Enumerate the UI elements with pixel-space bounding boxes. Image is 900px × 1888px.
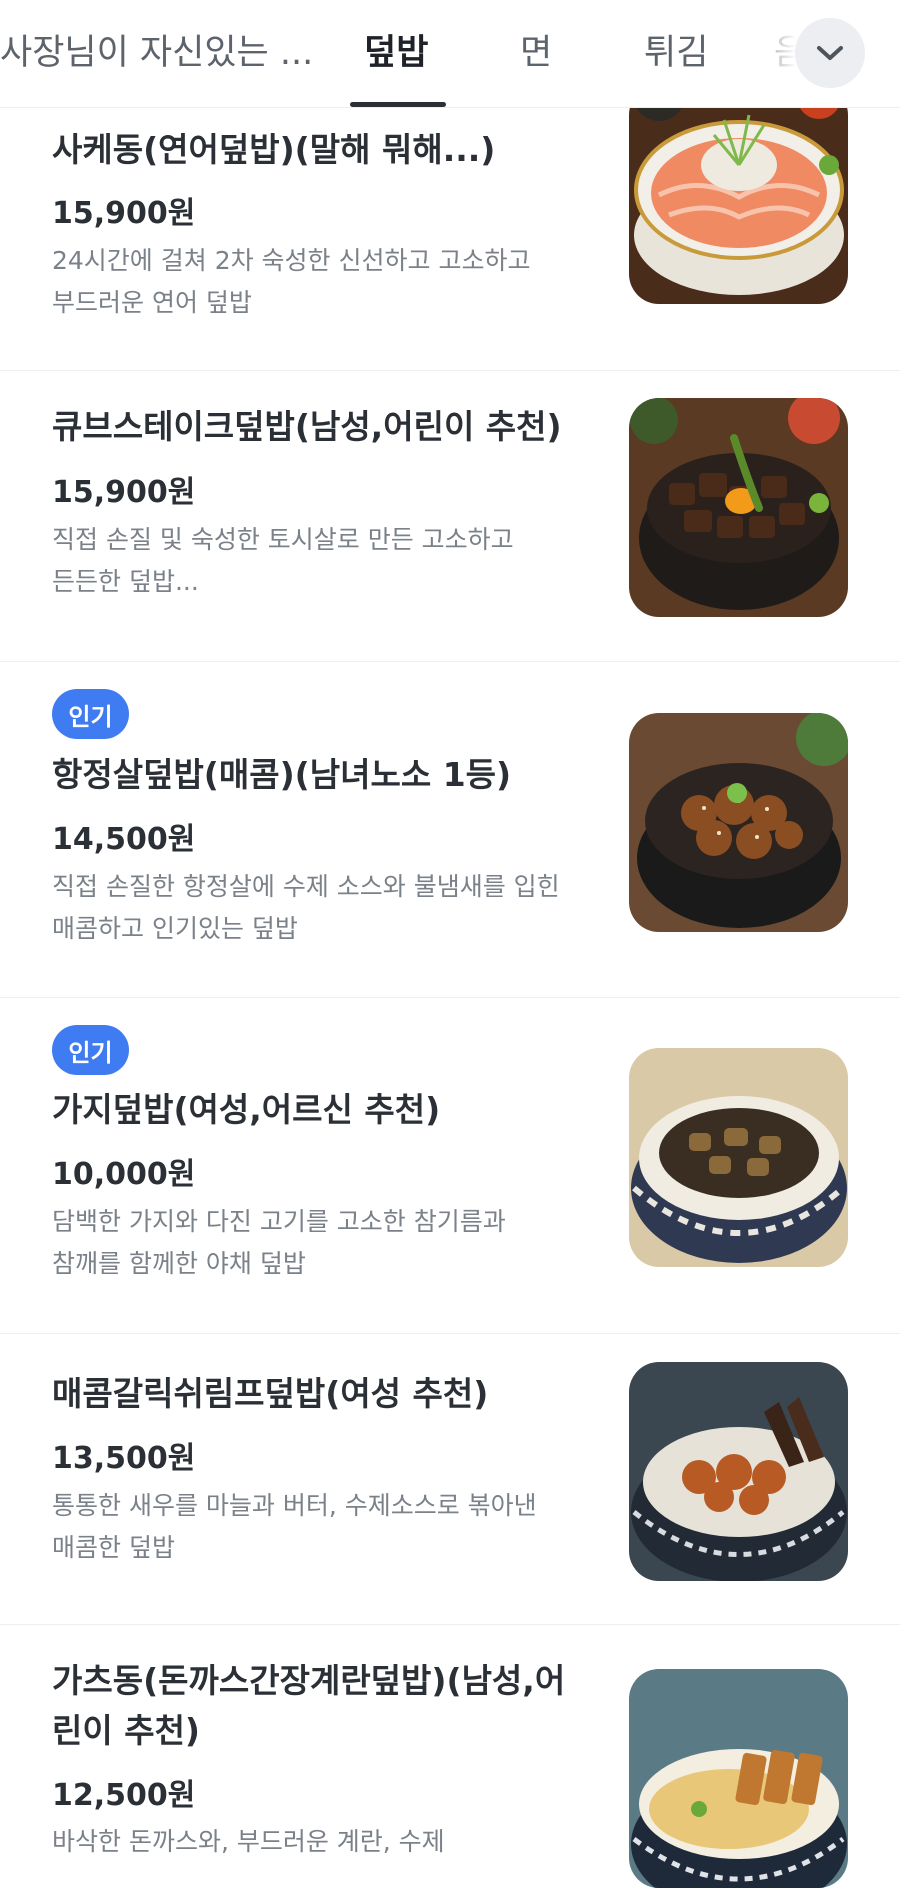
cube-steak-rice-bowl-photo[interactable] [629,398,848,617]
menu-item[interactable]: 큐브스테이크덮밥(남성,어린이 추천) 15,900원 직접 손질 및 숙성한 … [0,370,900,662]
eggplant-rice-bowl-photo[interactable] [629,1048,848,1267]
menu-item-name: 사케동(연어덮밥)(말해 뭐해...) [52,130,496,169]
chevron-down-icon [817,46,843,60]
active-tab-indicator [350,102,446,107]
garlic-shrimp-rice-bowl-photo[interactable] [629,1362,848,1581]
menu-item-name: 큐브스테이크덮밥(남성,어린이 추천) [52,407,562,446]
menu-item-description: 바삭한 돈까스와, 부드러운 계란, 수제 [52,1827,445,1856]
menu-item[interactable]: 매콤갈릭쉬림프덮밥(여성 추천) 13,500원 통통한 새우를 마늘과 버터,… [0,1333,900,1625]
tab-fried[interactable]: 튀김 [644,24,708,75]
menu-item-price: 15,900원 [52,196,196,231]
katsudon-rice-bowl-photo[interactable] [629,1669,848,1888]
menu-item-price: 13,500원 [52,1441,196,1476]
popular-badge: 인기 [52,1025,129,1075]
menu-item[interactable]: 가츠동(돈까스간장계란덮밥)(남성,어 린이 추천) 12,500원 바삭한 돈… [0,1624,900,1888]
menu-item-name: 가츠동(돈까스간장계란덮밥)(남성,어 린이 추천) [52,1661,566,1750]
menu-item-description: 직접 손질 및 숙성한 토시살로 만든 고소하고 든든한 덮밥... [52,525,514,596]
menu-item-price: 14,500원 [52,822,196,857]
menu-item-description: 통통한 새우를 마늘과 버터, 수제소스로 볶아낸 매콤한 덮밥 [52,1491,537,1562]
popular-badge: 인기 [52,689,129,739]
menu-item-name: 항정살덮밥(매콤)(남녀노소 1등) [52,755,512,794]
tab-noodles[interactable]: 면 [520,24,552,75]
menu-item-price: 12,500원 [52,1778,196,1813]
menu-item-price: 15,900원 [52,475,196,510]
pork-jowl-rice-bowl-photo[interactable] [629,713,848,932]
menu-item-name: 매콤갈릭쉬림프덮밥(여성 추천) [52,1374,489,1413]
menu-item[interactable]: 인기 가지덮밥(여성,어르신 추천) 10,000원 담백한 가지와 다진 고기… [0,997,900,1334]
menu-item-name: 가지덮밥(여성,어르신 추천) [52,1090,441,1129]
salmon-rice-bowl-photo[interactable] [629,85,848,304]
menu-item-description: 담백한 가지와 다진 고기를 고소한 참기름과 참깨를 함께한 야채 덮밥 [52,1207,506,1278]
menu-item-description: 직접 손질한 항정살에 수제 소스와 불냄새를 입힌 매콤하고 인기있는 덮밥 [52,872,560,943]
menu-item[interactable]: 인기 항정살덮밥(매콤)(남녀노소 1등) 14,500원 직접 손질한 항정살… [0,661,900,998]
menu-item-description: 24시간에 걸쳐 2차 숙성한 신선하고 고소하고 부드러운 연어 덮밥 [52,246,531,317]
category-tab-bar: 사장님이 자신있는 ... 덮밥 면 튀김 음 [0,0,900,108]
expand-categories-button[interactable] [795,18,865,88]
menu-item-price: 10,000원 [52,1157,196,1192]
tab-rice-bowl[interactable]: 덮밥 [364,24,428,75]
tab-chef-recommended[interactable]: 사장님이 자신있는 ... [0,24,313,75]
